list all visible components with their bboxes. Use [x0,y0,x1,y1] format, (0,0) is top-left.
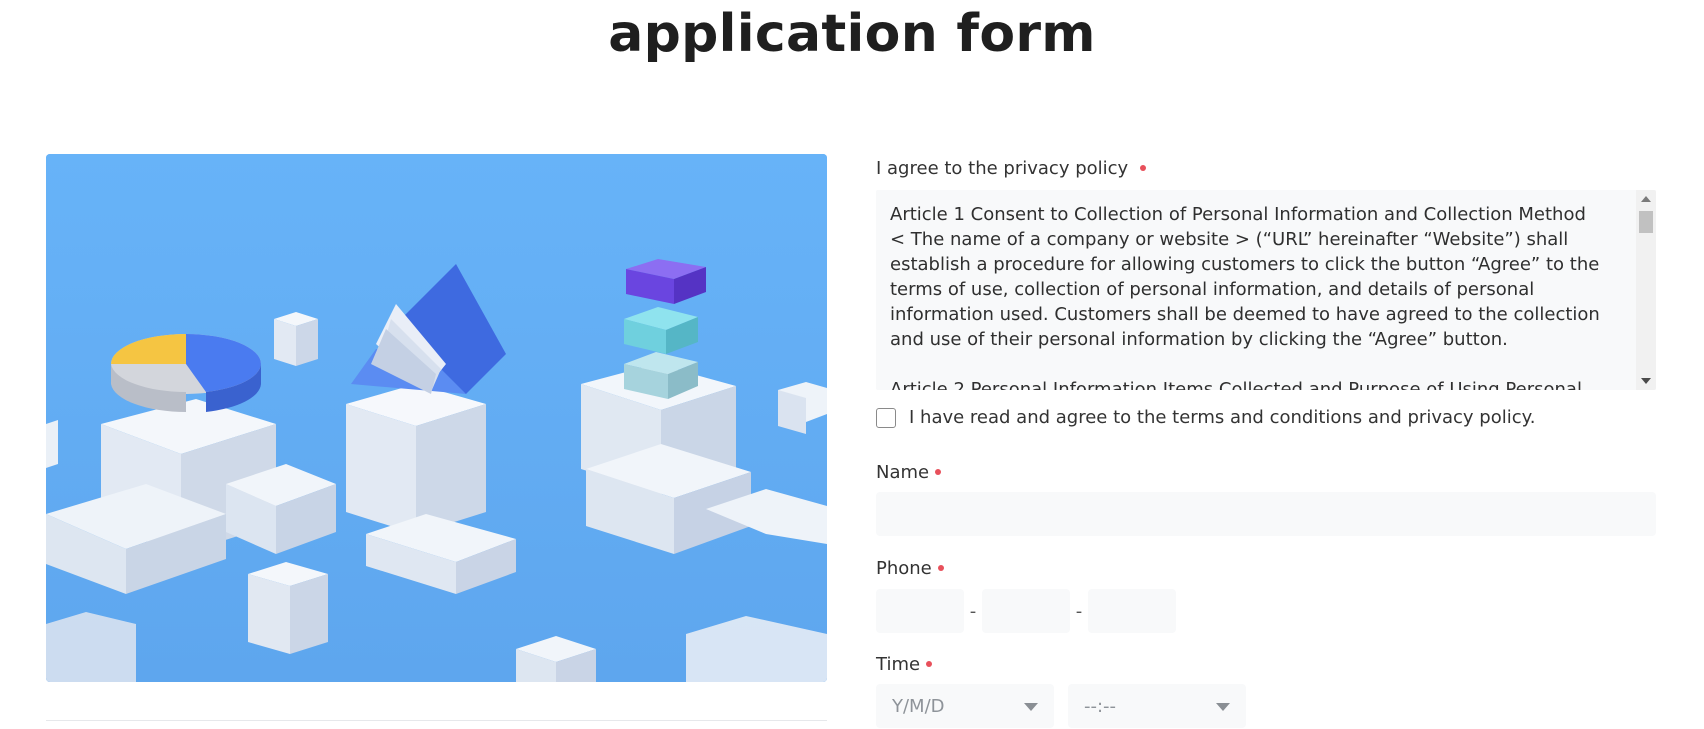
time-placeholder: --:-- [1084,695,1117,717]
divider [46,720,827,721]
scrollbar[interactable] [1636,190,1656,390]
phone-separator: - [1075,600,1083,622]
chevron-down-icon [1216,703,1230,711]
scroll-thumb[interactable] [1639,211,1653,233]
phone-fields: - - [876,589,1176,633]
required-indicator [1140,165,1147,171]
agree-label: I have read and agree to the terms and c… [909,407,1536,428]
date-placeholder: Y/M/D [892,695,945,717]
phone-label-text: Phone [876,557,932,579]
phone-part-2-input[interactable] [982,589,1070,633]
time-label: Time [876,646,933,682]
agree-checkbox[interactable] [876,407,896,428]
name-input[interactable] [876,492,1656,536]
privacy-label: I agree to the privacy policy [876,150,1656,186]
page-title: application form [608,4,1096,64]
name-label: Name [876,454,942,490]
required-indicator [937,565,944,571]
privacy-policy-textarea[interactable]: Article 1 Consent to Collection of Perso… [876,190,1656,390]
date-select[interactable]: Y/M/D [876,684,1054,728]
time-label-text: Time [876,653,921,675]
phone-part-1-input[interactable] [876,589,964,633]
phone-separator: - [969,600,977,622]
application-form: I agree to the privacy policy [876,150,1656,186]
name-label-text: Name [876,461,930,483]
required-indicator [935,469,942,475]
privacy-label-text: I agree to the privacy policy [876,157,1129,179]
required-indicator [926,661,933,667]
agree-row: I have read and agree to the terms and c… [876,407,1535,428]
phone-part-3-input[interactable] [1088,589,1176,633]
scroll-down-arrow-icon[interactable] [1641,378,1651,384]
time-select[interactable]: --:-- [1068,684,1246,728]
chevron-down-icon [1024,703,1038,711]
phone-label: Phone [876,550,944,586]
privacy-policy-text: Article 1 Consent to Collection of Perso… [890,204,1600,390]
time-fields: Y/M/D --:-- [876,684,1246,728]
scroll-up-arrow-icon[interactable] [1641,196,1651,202]
illustration-graphic [46,154,827,682]
hero-image [46,154,827,682]
